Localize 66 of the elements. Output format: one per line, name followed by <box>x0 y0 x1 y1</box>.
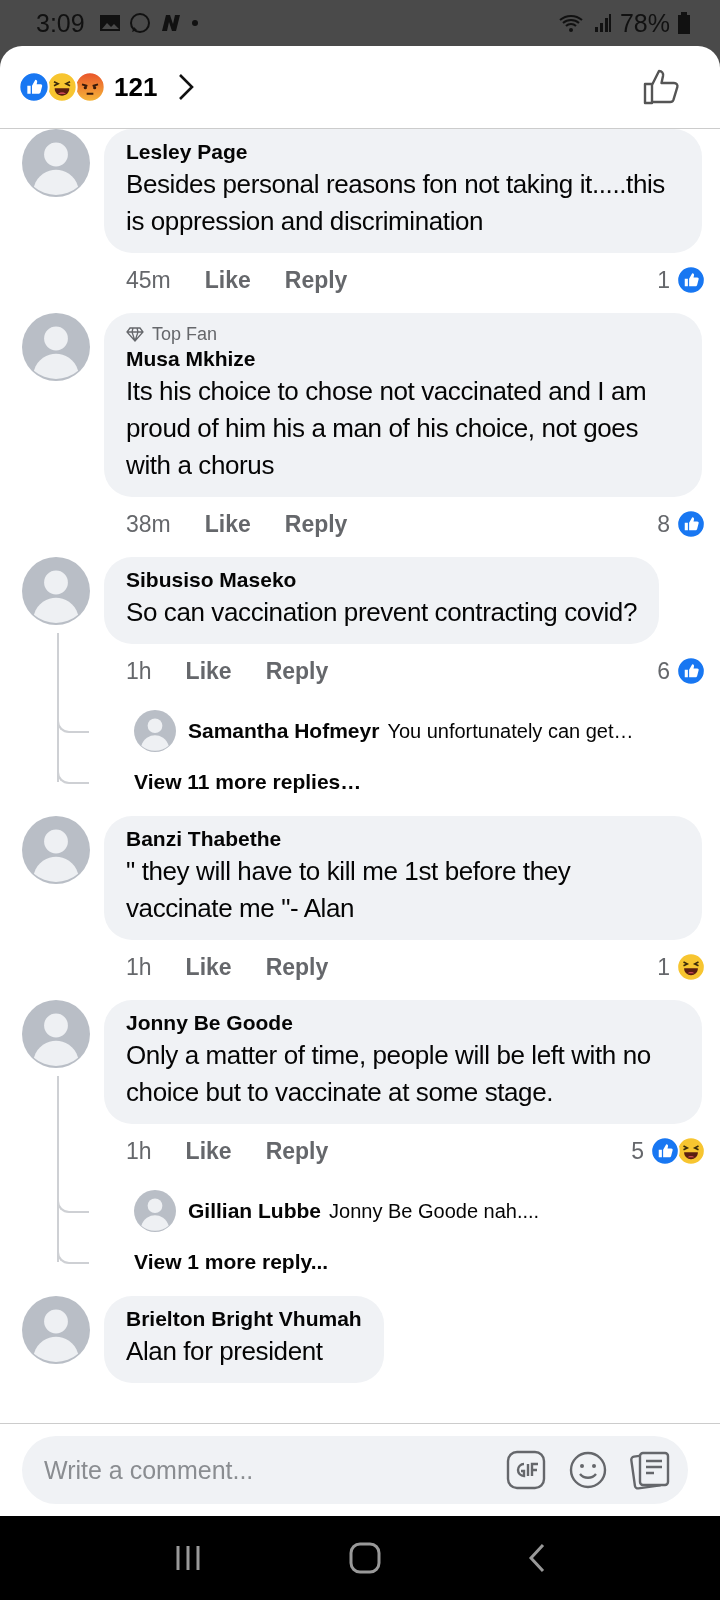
timestamp: 45m <box>126 266 171 294</box>
author-name[interactable]: Jonny Be Goode <box>126 1011 680 1035</box>
reply-author-name[interactable]: Samantha Hofmeyr <box>188 719 380 743</box>
comment-field[interactable]: Write a comment... <box>22 1436 688 1504</box>
comment-text: Only a matter of time, people will be left with no choice but to vaccinate at some stage. <box>126 1039 652 1109</box>
reply-preview-text: You unfortunately can get… <box>387 719 634 743</box>
reaction-count: 8 <box>657 510 670 538</box>
like-reaction-icon <box>676 265 706 295</box>
like-link[interactable]: Like <box>185 657 232 685</box>
like-icon[interactable] <box>642 68 680 106</box>
laughing-face-icon <box>46 71 78 103</box>
reply-link[interactable]: Reply <box>284 266 348 294</box>
chevron-right-icon[interactable] <box>177 72 196 102</box>
reply-link[interactable]: Reply <box>284 510 348 538</box>
home-icon[interactable] <box>349 1542 381 1574</box>
signal-icon <box>593 13 612 33</box>
battery-icon <box>678 12 690 34</box>
comment-text: Alan for president <box>126 1335 324 1368</box>
author-name[interactable]: Musa Mkhize <box>126 347 680 371</box>
reaction-count: 5 <box>631 1137 644 1165</box>
reply-link[interactable]: Reply <box>265 1137 329 1165</box>
like-reaction-icon <box>18 71 50 103</box>
reply-link[interactable]: Reply <box>265 953 329 981</box>
like-reaction-icon <box>676 509 706 539</box>
back-icon[interactable] <box>527 1542 547 1574</box>
comment-input[interactable]: Write a comment... <box>42 1454 484 1486</box>
reaction-count: 1 <box>657 953 670 981</box>
author-name[interactable]: Banzi Thabethe <box>126 827 680 851</box>
reaction-count[interactable]: 121 <box>114 71 158 103</box>
comment-text: Besides personal reasons fon not taking it.....this is oppression and discrimination <box>126 168 666 238</box>
like-reaction-icon <box>676 656 706 686</box>
clock: 3:09 <box>36 8 85 38</box>
sticker-icon[interactable] <box>630 1449 672 1491</box>
timestamp: 1h <box>126 657 152 685</box>
like-link[interactable]: Like <box>204 510 251 538</box>
like-link[interactable]: Like <box>185 953 232 981</box>
chat-bubble-icon <box>128 12 151 34</box>
diamond-icon <box>126 327 144 342</box>
gif-icon[interactable] <box>506 1450 546 1490</box>
gallery-icon <box>98 13 121 33</box>
dot-icon <box>190 19 199 27</box>
like-link[interactable]: Like <box>185 1137 232 1165</box>
view-more-replies-link[interactable]: View 11 more replies… <box>134 770 362 794</box>
angry-face-icon <box>74 71 106 103</box>
laughing-face-icon <box>676 952 706 982</box>
reaction-count: 6 <box>657 657 670 685</box>
timestamp: 1h <box>126 1137 152 1165</box>
like-link[interactable]: Like <box>204 266 251 294</box>
timestamp: 38m <box>126 510 171 538</box>
reply-author-name[interactable]: Gillian Lubbe <box>188 1199 321 1223</box>
comment-text: " they will have to kill me 1st before they vaccinate me "- Alan <box>126 855 572 925</box>
timestamp: 1h <box>126 953 152 981</box>
author-name[interactable]: Lesley Page <box>126 140 680 164</box>
top-fan-label: Top Fan <box>152 324 218 345</box>
author-name[interactable]: Brielton Bright Vhumah <box>126 1307 362 1331</box>
view-more-replies-link[interactable]: View 1 more reply... <box>134 1250 329 1274</box>
laughing-face-icon <box>676 1136 706 1166</box>
comment-text: Its his choice to chose not vaccinated and I am proud of him his a man of his choice, not goes with a chorus <box>126 375 648 482</box>
reply-link[interactable]: Reply <box>265 657 329 685</box>
battery-level: 78% <box>619 8 670 38</box>
author-name[interactable]: Sibusiso Maseko <box>126 568 637 592</box>
like-reaction-icon <box>650 1136 680 1166</box>
comment-text: So can vaccination prevent contracting covid? <box>126 596 637 629</box>
reaction-count: 1 <box>657 266 670 294</box>
smiley-icon[interactable] <box>568 1450 608 1490</box>
reply-preview-text: Jonny Be Goode nah.... <box>329 1199 540 1223</box>
